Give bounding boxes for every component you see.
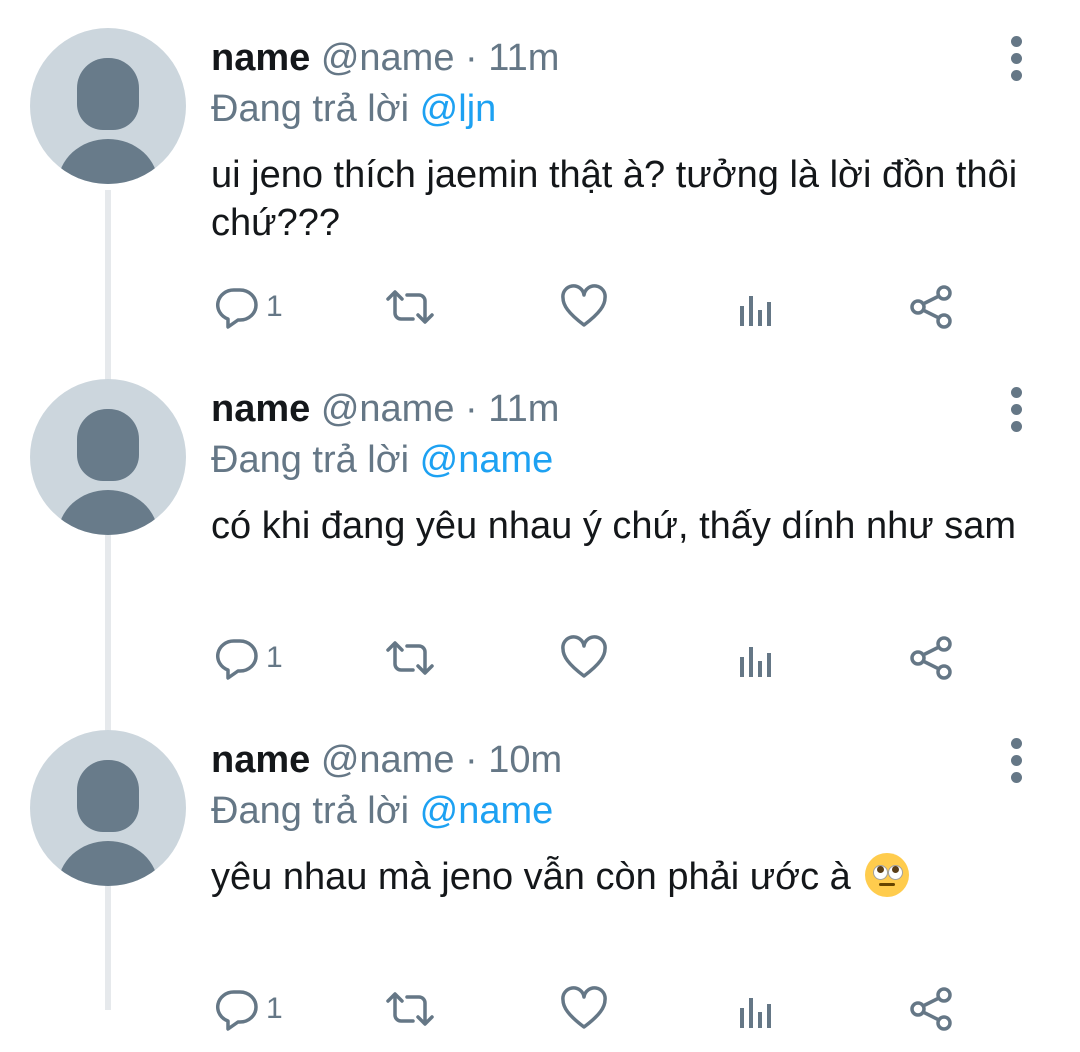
- reply-icon: [215, 288, 258, 329]
- replying-to: Đang trả lời @ljn: [211, 86, 496, 132]
- separator-dot: ·: [465, 388, 478, 430]
- rolling-eyes-emoji-icon: [865, 853, 910, 897]
- more-options-icon[interactable]: [1003, 387, 1031, 433]
- avatar-body: [58, 490, 158, 535]
- tweet-actions: 1: [0, 984, 1080, 1034]
- share-button[interactable]: [908, 633, 956, 683]
- user-handle[interactable]: @name: [321, 37, 455, 79]
- share-icon: [910, 636, 952, 680]
- retweet-icon: [386, 641, 434, 675]
- timestamp[interactable]: 11m: [488, 37, 559, 79]
- share-button[interactable]: [908, 984, 956, 1034]
- separator-dot: ·: [465, 739, 478, 781]
- share-icon: [910, 987, 952, 1031]
- like-button[interactable]: [560, 282, 608, 332]
- avatar-head: [77, 760, 139, 832]
- tweet-header: name @name · 10m: [211, 738, 562, 782]
- display-name[interactable]: name: [211, 739, 310, 781]
- heart-icon: [561, 284, 607, 327]
- tweet-actions: 1: [0, 633, 1080, 683]
- replying-to: Đang trả lời @name: [211, 437, 553, 483]
- tweet-header: name @name · 11m: [211, 36, 559, 80]
- user-handle[interactable]: @name: [321, 739, 455, 781]
- replying-to-label: Đang trả lời: [211, 88, 410, 130]
- heart-icon: [561, 635, 607, 678]
- more-options-icon[interactable]: [1003, 36, 1031, 82]
- tweet-text-container: yêu nhau mà jeno vẫn còn phải ước à: [211, 853, 1031, 901]
- replying-to-label: Đang trả lời: [211, 790, 410, 832]
- reply-icon: [215, 639, 258, 680]
- avatar-head: [77, 409, 139, 481]
- analytics-icon: [740, 998, 771, 1028]
- reply-count: 1: [266, 992, 283, 1025]
- tweet-text: yêu nhau mà jeno vẫn còn phải ước à: [211, 856, 851, 898]
- tweet-actions: 1: [0, 282, 1080, 332]
- avatar[interactable]: [30, 730, 186, 886]
- analytics-icon: [740, 296, 771, 326]
- retweet-button[interactable]: [384, 984, 436, 1034]
- tweet-text: có khi đang yêu nhau ý chứ, thấy dính nh…: [211, 505, 1017, 547]
- timestamp[interactable]: 10m: [488, 739, 562, 781]
- analytics-icon: [740, 647, 771, 677]
- reply-button[interactable]: 1: [214, 984, 283, 1034]
- tweet[interactable]: name @name · 11m Đang trả lời @name có k…: [0, 351, 1080, 701]
- avatar-head: [77, 58, 139, 130]
- tweet[interactable]: name @name · 10m Đang trả lời @name yêu …: [0, 702, 1080, 1052]
- mention-link[interactable]: @ljn: [420, 88, 497, 130]
- avatar[interactable]: [30, 28, 186, 184]
- avatar-body: [58, 139, 158, 184]
- user-handle[interactable]: @name: [321, 388, 455, 430]
- share-button[interactable]: [908, 282, 956, 332]
- reply-button[interactable]: 1: [214, 282, 283, 332]
- tweet-header: name @name · 11m: [211, 387, 559, 431]
- display-name[interactable]: name: [211, 37, 310, 79]
- mention-link[interactable]: @name: [420, 790, 554, 832]
- heart-icon: [561, 986, 607, 1029]
- retweet-button[interactable]: [384, 282, 436, 332]
- separator-dot: ·: [465, 37, 478, 79]
- tweet[interactable]: name @name · 11m Đang trả lời @ljn ui je…: [0, 0, 1080, 350]
- like-button[interactable]: [560, 633, 608, 683]
- avatar-body: [58, 841, 158, 886]
- replying-to: Đang trả lời @name: [211, 788, 553, 834]
- analytics-button[interactable]: [737, 633, 777, 683]
- reply-count: 1: [266, 641, 283, 674]
- reply-icon: [215, 990, 258, 1031]
- analytics-button[interactable]: [737, 984, 777, 1034]
- like-button[interactable]: [560, 984, 608, 1034]
- retweet-icon: [386, 992, 434, 1026]
- share-icon: [910, 285, 952, 329]
- timestamp[interactable]: 11m: [488, 388, 559, 430]
- reply-count: 1: [266, 290, 283, 323]
- tweet-text: ui jeno thích jaemin thật à? tưởng là lờ…: [211, 154, 1018, 244]
- avatar[interactable]: [30, 379, 186, 535]
- replying-to-label: Đang trả lời: [211, 439, 410, 481]
- mention-link[interactable]: @name: [420, 439, 554, 481]
- retweet-icon: [386, 290, 434, 324]
- reply-button[interactable]: 1: [214, 633, 283, 683]
- retweet-button[interactable]: [384, 633, 436, 683]
- more-options-icon[interactable]: [1003, 738, 1031, 784]
- analytics-button[interactable]: [737, 282, 777, 332]
- display-name[interactable]: name: [211, 388, 310, 430]
